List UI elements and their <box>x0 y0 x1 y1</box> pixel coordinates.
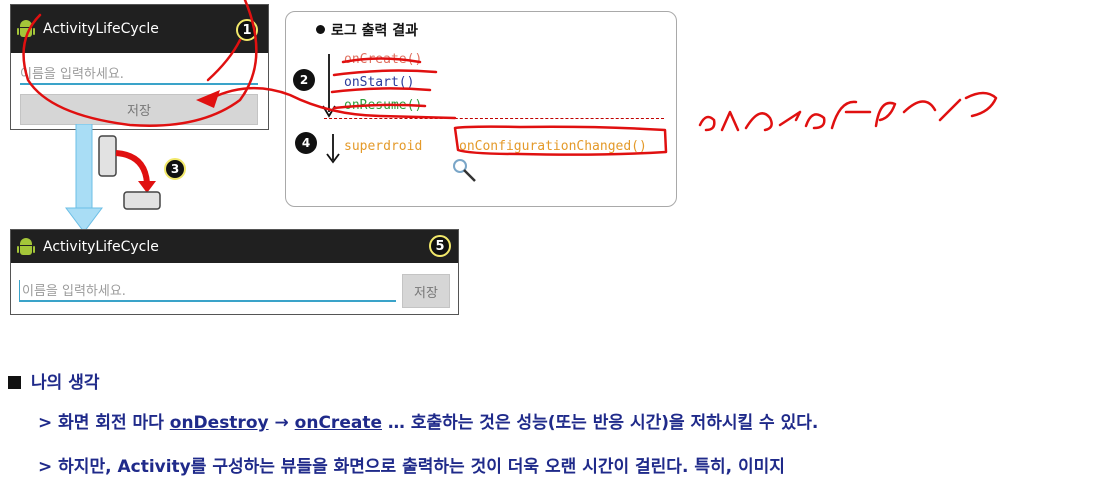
bottom-phone-screenshot: ActivityLifeCycle 5 이름을 입력하세요. 저장 <box>10 229 459 315</box>
notes-line-2: > 하지만, Activity를 구성하는 뷰들을 화면으로 출력하는 것이 더… <box>38 457 785 477</box>
notes-title-text: 나의 생각 <box>31 373 100 393</box>
app-title: ActivityLifeCycle <box>43 238 159 255</box>
step-5-badge: 5 <box>429 235 451 257</box>
android-icon <box>17 237 35 256</box>
notes-line-1: > 화면 회전 마다 onDestroy → onCreate … 호출하는 것… <box>38 408 818 433</box>
bottom-phone-titlebar: ActivityLifeCycle <box>11 230 458 263</box>
name-input[interactable]: 이름을 입력하세요. <box>19 280 396 302</box>
ondestroy-text: onDestroy <box>169 413 269 433</box>
line1-prefix: > 화면 회전 마다 <box>38 413 170 433</box>
oncreate-text: onCreate <box>294 413 382 433</box>
red-annotation-overlay <box>22 0 998 156</box>
notes-title: 나의 생각 <box>8 368 99 393</box>
line1-suffix: … 호출하는 것은 성능(또는 반응 시간)을 저하시킬 수 있다. <box>381 413 819 433</box>
arrow-text: → <box>268 413 295 433</box>
save-button[interactable]: 저장 <box>402 274 450 308</box>
